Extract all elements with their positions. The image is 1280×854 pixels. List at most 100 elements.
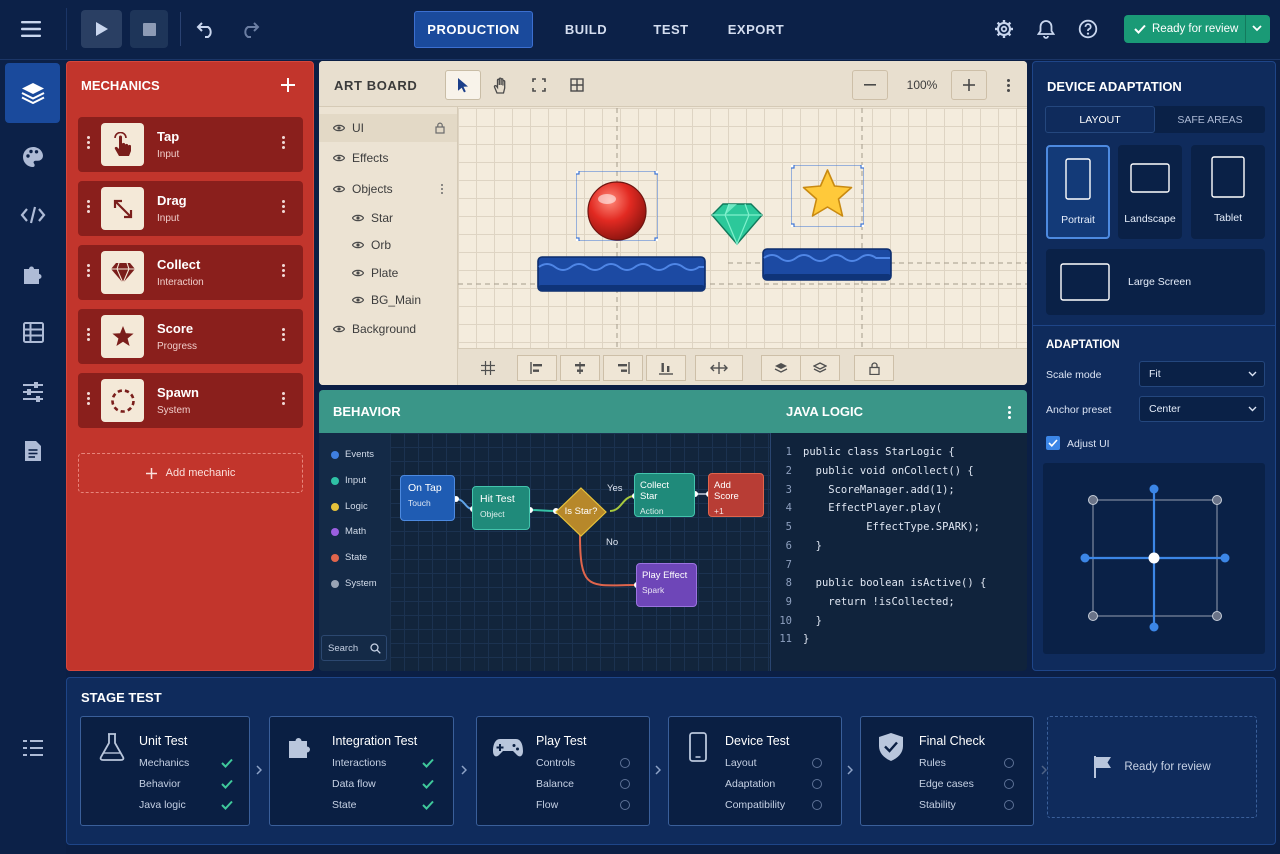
legend-logic[interactable]: Logic: [331, 501, 368, 512]
settings-gear-icon[interactable]: [990, 15, 1018, 43]
stage-card-device-test[interactable]: Device Test Layout Adaptation Compatibil…: [668, 716, 842, 826]
anchor-preset-select[interactable]: Center: [1139, 396, 1265, 422]
node-play-effect[interactable]: Play Effect Spark: [636, 563, 697, 607]
layer-background[interactable]: Background: [319, 315, 457, 343]
notification-bell-icon[interactable]: [1032, 15, 1060, 43]
menu-icon[interactable]: [14, 14, 48, 44]
node-add-score[interactable]: Add Score +1: [708, 473, 764, 517]
node-on-tap[interactable]: On Tap Touch: [400, 475, 455, 521]
more-options-icon[interactable]: [281, 264, 285, 277]
layer-objects[interactable]: Objects: [319, 175, 457, 203]
zoom-in-button[interactable]: [951, 70, 987, 100]
tab-export[interactable]: EXPORT: [718, 11, 794, 48]
code-editor[interactable]: 1 public class StarLogic { 2 public void …: [770, 443, 1027, 663]
stop-button[interactable]: [130, 10, 168, 48]
node-collect-star[interactable]: Collect Star Action: [634, 473, 695, 517]
layer-orb[interactable]: Orb: [319, 231, 457, 259]
mechanic-item-score[interactable]: Score Progress: [78, 309, 303, 364]
align-center-icon[interactable]: [560, 355, 600, 381]
node-hit-test[interactable]: Hit Test Object: [472, 486, 530, 530]
sliders-icon[interactable]: [0, 382, 66, 402]
node-is-star[interactable]: Is Star?: [555, 487, 607, 537]
plate-right[interactable]: [762, 248, 892, 283]
layer-bg-main[interactable]: BG_Main: [319, 286, 457, 314]
play-button[interactable]: [81, 10, 122, 48]
lock-icon[interactable]: [854, 355, 894, 381]
grid-snap-icon[interactable]: [468, 355, 508, 381]
stage-card-unit-test[interactable]: Unit Test Mechanics Behavior Java logic: [80, 716, 250, 826]
align-left-icon[interactable]: [517, 355, 557, 381]
code-icon[interactable]: [0, 205, 66, 225]
send-backward-icon[interactable]: [800, 355, 840, 381]
layer-plate[interactable]: Plate: [319, 259, 457, 287]
scale-mode-select[interactable]: Fit: [1139, 361, 1265, 387]
document-icon[interactable]: [0, 440, 66, 462]
hand-tool-icon[interactable]: [483, 70, 519, 100]
ready-for-review-button[interactable]: Ready for review: [1124, 15, 1270, 43]
mechanic-item-drag[interactable]: Drag Input: [78, 181, 303, 236]
star-sprite[interactable]: [791, 165, 864, 227]
legend-math[interactable]: Math: [331, 526, 366, 537]
drag-handle-icon[interactable]: [86, 264, 90, 277]
behavior-graph-canvas[interactable]: On Tap Touch Hit Test Object Is Star? Ye…: [390, 433, 770, 671]
anchor-diagram[interactable]: [1043, 463, 1265, 654]
layer-star[interactable]: Star: [319, 204, 457, 232]
eye-icon[interactable]: [352, 296, 364, 304]
more-options-icon[interactable]: [281, 392, 285, 405]
table-icon[interactable]: [0, 322, 66, 343]
select-tool-icon[interactable]: [445, 70, 481, 100]
drag-handle-icon[interactable]: [86, 200, 90, 213]
align-right-icon[interactable]: [603, 355, 643, 381]
eye-icon[interactable]: [333, 124, 345, 132]
mechanic-item-collect[interactable]: Collect Interaction: [78, 245, 303, 300]
redo-icon[interactable]: [236, 16, 264, 42]
eye-icon[interactable]: [352, 269, 364, 277]
tab-safe-areas[interactable]: SAFE AREAS: [1155, 106, 1265, 133]
add-mechanic-plus-icon[interactable]: [281, 78, 295, 92]
eye-icon[interactable]: [333, 185, 345, 193]
more-options-icon[interactable]: [1006, 79, 1010, 92]
format-landscape[interactable]: Landscape: [1118, 145, 1182, 239]
legend-input[interactable]: Input: [331, 475, 366, 486]
zoom-level[interactable]: 100%: [899, 78, 945, 92]
stage-card-final-check[interactable]: Final Check Rules Edge cases Stability: [860, 716, 1034, 826]
node-search-input[interactable]: Search: [321, 635, 387, 661]
more-options-icon[interactable]: [1007, 406, 1011, 419]
tab-layout[interactable]: LAYOUT: [1045, 106, 1155, 133]
stage-card-integration-test[interactable]: Integration Test Interactions Data flow …: [269, 716, 454, 826]
distribute-icon[interactable]: [695, 355, 743, 381]
layer-effects[interactable]: Effects: [319, 144, 457, 172]
drag-handle-icon[interactable]: [86, 328, 90, 341]
format-portrait[interactable]: Portrait: [1046, 145, 1110, 239]
orb-sprite[interactable]: [576, 171, 658, 241]
bring-forward-icon[interactable]: [761, 355, 801, 381]
chevron-down-icon[interactable]: [1252, 24, 1262, 32]
format-large-screen[interactable]: Large Screen: [1046, 249, 1265, 315]
more-options-icon[interactable]: [281, 200, 285, 213]
undo-icon[interactable]: [192, 16, 220, 42]
eye-icon[interactable]: [333, 325, 345, 333]
more-options-icon[interactable]: [281, 328, 285, 341]
legend-state[interactable]: State: [331, 552, 367, 563]
rail-item-layers[interactable]: [5, 63, 60, 123]
plate-left[interactable]: [537, 256, 706, 294]
ready-for-review-dropzone[interactable]: Ready for review: [1047, 716, 1257, 818]
align-bottom-icon[interactable]: [646, 355, 686, 381]
palette-icon[interactable]: [0, 146, 66, 168]
drag-handle-icon[interactable]: [86, 136, 90, 149]
layer-ui[interactable]: UI: [319, 114, 457, 142]
more-options-icon[interactable]: [281, 136, 285, 149]
puzzle-icon[interactable]: [0, 263, 66, 285]
legend-system[interactable]: System: [331, 578, 377, 589]
drag-handle-icon[interactable]: [86, 392, 90, 405]
adjust-ui-checkbox[interactable]: [1046, 436, 1060, 450]
legend-events[interactable]: Events: [331, 449, 374, 460]
mechanic-item-spawn[interactable]: Spawn System: [78, 373, 303, 428]
eye-icon[interactable]: [352, 241, 364, 249]
mechanic-item-tap[interactable]: Tap Input: [78, 117, 303, 172]
lock-icon[interactable]: [435, 122, 445, 134]
eye-icon[interactable]: [352, 214, 364, 222]
gem-sprite[interactable]: [711, 201, 763, 246]
grid-tool-icon[interactable]: [559, 70, 595, 100]
format-tablet[interactable]: Tablet: [1191, 145, 1265, 239]
